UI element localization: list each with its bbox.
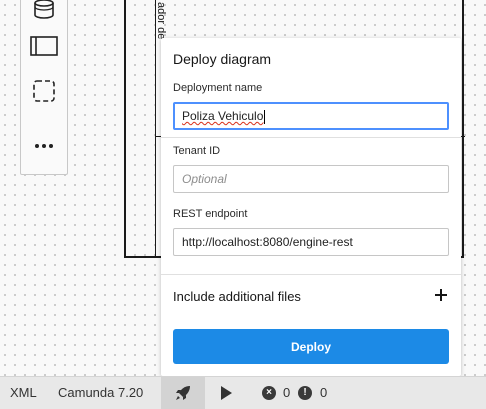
- status-bar: XML Camunda 7.20 × 0 ! 0: [0, 376, 486, 409]
- error-count: 0: [283, 385, 291, 400]
- pool-label: ador de: [155, 2, 167, 40]
- deploy-toggle-button[interactable]: [161, 377, 205, 409]
- engine-version-button[interactable]: Camunda 7.20: [58, 377, 143, 409]
- create-group-tool[interactable]: [21, 76, 67, 106]
- deploy-button[interactable]: Deploy: [173, 329, 449, 364]
- deployment-name-input[interactable]: Poliza Vehiculo: [173, 102, 449, 130]
- more-icon: [35, 144, 53, 148]
- more-tools[interactable]: [21, 131, 67, 161]
- text-caret: [264, 109, 266, 124]
- tenant-id-input[interactable]: Optional: [173, 165, 449, 193]
- group-icon: [33, 80, 55, 102]
- xml-view-button[interactable]: XML: [10, 377, 37, 409]
- include-files-label[interactable]: Include additional files: [173, 289, 301, 304]
- deploy-diagram-overlay: Deploy diagram Deployment name Poliza Ve…: [161, 38, 461, 376]
- error-icon[interactable]: ×: [262, 386, 276, 400]
- warning-icon[interactable]: !: [298, 386, 312, 400]
- rest-endpoint-label: REST endpoint: [173, 208, 248, 220]
- database-icon: [34, 0, 54, 19]
- overlay-divider: [161, 137, 461, 138]
- deployment-name-label: Deployment name: [173, 82, 263, 94]
- plus-icon[interactable]: [433, 287, 449, 303]
- warning-count: 0: [320, 385, 328, 400]
- overlay-divider: [161, 274, 461, 275]
- pool-icon: [30, 36, 58, 56]
- tool-palette: [20, 0, 68, 175]
- rocket-icon: [176, 386, 190, 400]
- overlay-title: Deploy diagram: [173, 51, 272, 67]
- rest-endpoint-input[interactable]: http://localhost:8080/engine-rest: [173, 228, 449, 256]
- deployment-name-value: Poliza Vehiculo: [182, 109, 264, 123]
- play-icon[interactable]: [221, 386, 232, 400]
- create-data-store-tool[interactable]: [21, 0, 67, 24]
- tenant-id-label: Tenant ID: [173, 145, 221, 157]
- create-pool-tool[interactable]: [21, 31, 67, 61]
